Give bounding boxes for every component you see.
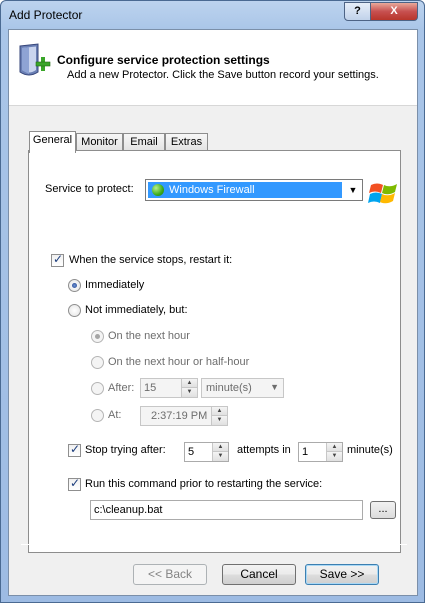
tab-monitor[interactable]: Monitor <box>76 133 123 151</box>
windows-logo-icon <box>368 183 397 204</box>
service-dropdown[interactable]: Windows Firewall ▼ <box>145 179 363 201</box>
tab-extras[interactable]: Extras <box>165 133 208 151</box>
next-half-hour-radio[interactable] <box>91 356 104 369</box>
command-value: c:\cleanup.bat <box>94 504 163 516</box>
footer-divider <box>21 544 407 545</box>
green-status-icon <box>152 184 164 196</box>
service-label: Service to protect: <box>45 183 134 195</box>
restart-checkbox[interactable]: ✓ <box>51 252 64 267</box>
service-value: Windows Firewall <box>169 184 255 196</box>
minutes-label: minute(s) <box>347 444 393 456</box>
tab-email[interactable]: Email <box>123 133 165 151</box>
after-radio[interactable] <box>91 382 104 395</box>
arrow-down-icon[interactable]: ▼ <box>327 452 342 461</box>
checkmark-icon: ✓ <box>70 476 81 490</box>
after-minutes-stepper[interactable]: 15 ▲ ▼ <box>140 378 198 398</box>
not-immediately-label: Not immediately, but: <box>85 304 188 316</box>
general-tab-panel: Service to protect: Windows Firewall ▼ ✓… <box>28 150 401 553</box>
minutes-value: 1 <box>302 446 309 458</box>
arrow-up-icon[interactable]: ▲ <box>182 379 197 388</box>
section-divider <box>43 213 387 214</box>
run-command-checkbox[interactable]: ✓ <box>68 476 81 491</box>
checkmark-icon: ✓ <box>53 252 64 266</box>
at-value: 2:37:19 PM <box>151 410 208 422</box>
run-command-label: Run this command prior to restarting the… <box>85 478 323 490</box>
not-immediately-radio[interactable] <box>68 304 81 317</box>
next-half-hour-label: On the next hour or half-hour <box>108 356 250 368</box>
at-label: At: <box>108 409 122 421</box>
window-title: Add Protector <box>9 8 83 22</box>
at-time-picker[interactable]: 2:37:19 PM ▲ ▼ <box>140 406 228 426</box>
next-hour-label: On the next hour <box>108 330 190 342</box>
after-unit-dropdown[interactable]: minute(s) ▼ <box>201 378 284 398</box>
immediately-label: Immediately <box>85 279 145 291</box>
shield-add-icon <box>19 43 51 76</box>
attempts-label: attempts in <box>237 444 291 456</box>
header-title: Configure service protection settings <box>57 53 270 67</box>
arrow-up-icon[interactable]: ▲ <box>213 443 228 452</box>
cancel-button[interactable]: Cancel <box>222 564 296 585</box>
at-radio[interactable] <box>91 409 104 422</box>
immediately-radio[interactable] <box>68 279 81 292</box>
arrow-up-icon[interactable]: ▲ <box>212 407 227 416</box>
arrow-up-icon[interactable]: ▲ <box>327 443 342 452</box>
header-subtitle: Add a new Protector. Click the Save butt… <box>67 69 379 81</box>
after-label: After: <box>108 382 135 394</box>
save-button[interactable]: Save >> <box>305 564 379 585</box>
close-button[interactable]: X <box>370 2 418 21</box>
arrow-down-icon[interactable]: ▼ <box>182 388 197 397</box>
arrow-down-icon[interactable]: ▼ <box>212 416 227 425</box>
arrow-down-icon[interactable]: ▼ <box>213 452 228 461</box>
stop-trying-label: Stop trying after: <box>85 444 166 456</box>
minutes-stepper[interactable]: 1 ▲ ▼ <box>298 442 343 462</box>
restart-label: When the service stops, restart it: <box>69 254 233 266</box>
dialog-header: Configure service protection settings Ad… <box>9 30 417 106</box>
service-selection: Windows Firewall <box>148 182 342 198</box>
help-button[interactable]: ? <box>344 2 371 21</box>
attempts-value: 5 <box>188 446 195 458</box>
stop-trying-checkbox[interactable]: ✓ <box>68 442 81 457</box>
tab-general[interactable]: General <box>29 131 76 153</box>
after-unit-value: minute(s) <box>206 382 252 394</box>
add-protector-window: Add Protector ? X Configure service prot… <box>0 0 425 603</box>
title-bar[interactable]: Add Protector ? X <box>1 1 424 29</box>
checkmark-icon: ✓ <box>70 442 81 456</box>
back-button[interactable]: << Back <box>133 564 207 585</box>
command-input[interactable]: c:\cleanup.bat <box>90 500 363 520</box>
chevron-down-icon[interactable]: ▼ <box>347 184 359 196</box>
chevron-down-icon: ▼ <box>270 382 279 392</box>
dialog-client: Configure service protection settings Ad… <box>8 29 418 596</box>
next-hour-radio[interactable] <box>91 330 104 343</box>
browse-button[interactable]: ... <box>370 501 396 519</box>
after-value: 15 <box>144 382 157 394</box>
attempts-stepper[interactable]: 5 ▲ ▼ <box>184 442 229 462</box>
